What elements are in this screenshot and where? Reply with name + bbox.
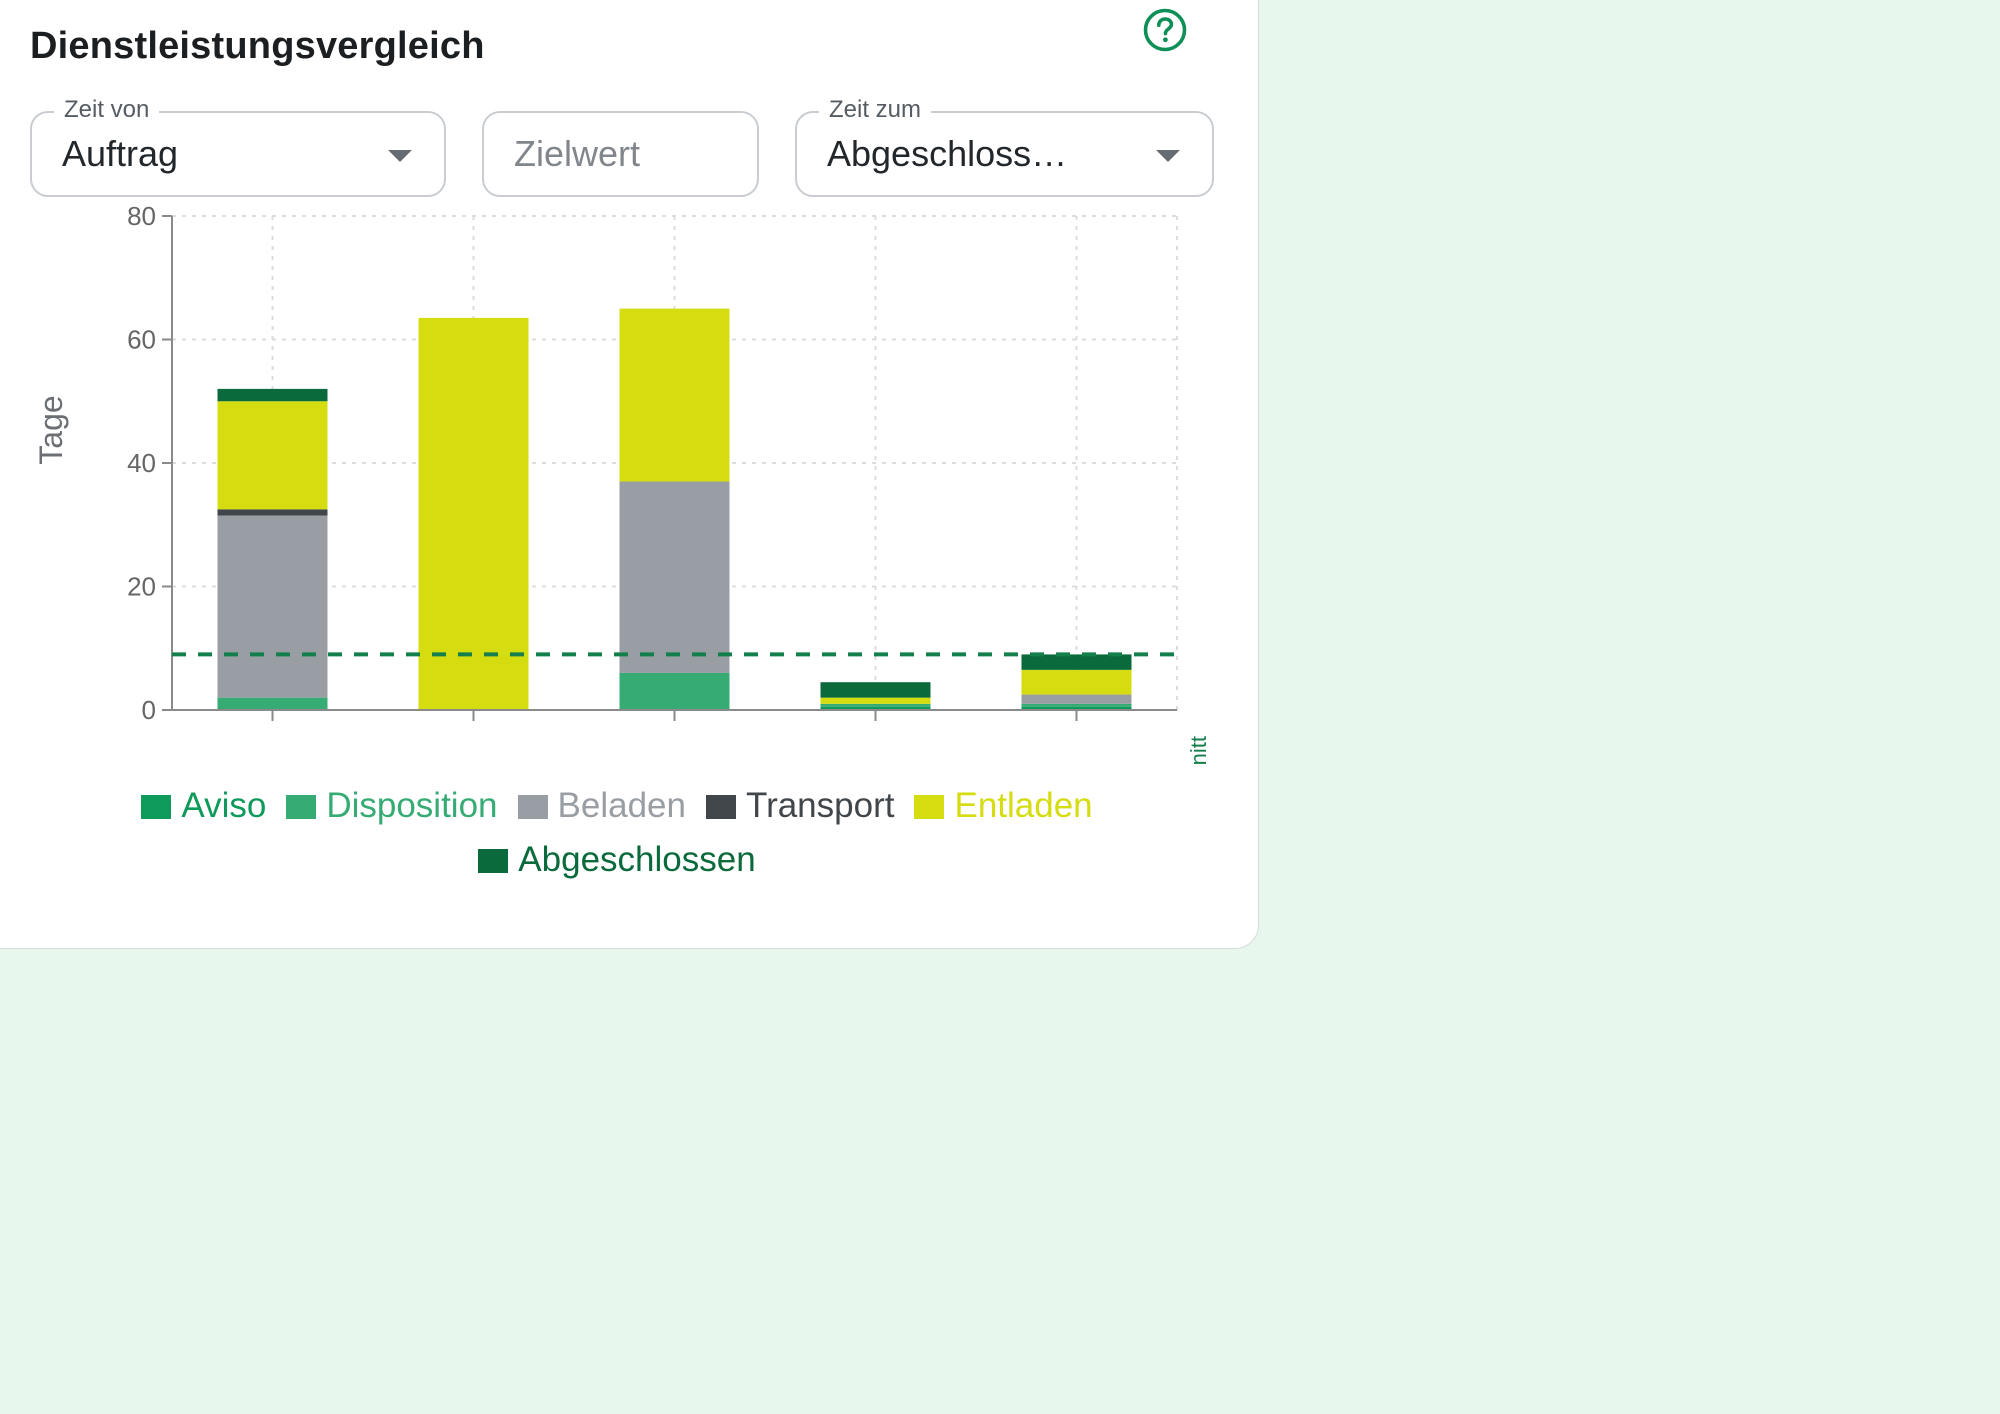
bar-segment-beladen[interactable] bbox=[217, 515, 328, 698]
service-comparison-card: Dienstleistungsvergleich Zeit von Auftra… bbox=[0, 0, 1259, 949]
legend-item-beladen[interactable]: Beladen bbox=[517, 779, 686, 833]
bar-segment-entladen[interactable] bbox=[820, 697, 931, 704]
legend-swatch bbox=[517, 795, 548, 819]
bar-segment-beladen[interactable] bbox=[619, 481, 730, 673]
legend-label: Beladen bbox=[557, 786, 686, 825]
chevron-down-icon bbox=[1156, 150, 1180, 162]
time-from-value: Auftrag bbox=[62, 133, 179, 174]
bar-segment-beladen[interactable] bbox=[1021, 694, 1132, 704]
bar-segment-disposition[interactable] bbox=[820, 703, 931, 707]
time-from-label: Zeit von bbox=[54, 96, 160, 124]
legend-swatch bbox=[286, 795, 317, 819]
bar-segment-abgeschlossen[interactable] bbox=[820, 682, 931, 698]
y-tick-label: 40 bbox=[127, 448, 156, 478]
bar-segment-disposition[interactable] bbox=[1021, 703, 1132, 707]
legend-swatch bbox=[705, 795, 736, 819]
bar-segment-disposition[interactable] bbox=[217, 697, 328, 710]
bar-segment-entladen[interactable] bbox=[619, 308, 730, 482]
legend-swatch bbox=[914, 795, 945, 819]
time-to-select[interactable]: Zeit zum Abgeschloss… bbox=[795, 96, 1214, 197]
legend-label: Aviso bbox=[181, 786, 267, 825]
help-button[interactable] bbox=[1141, 6, 1189, 54]
legend-label: Transport bbox=[745, 786, 895, 825]
bar-segment-abgeschlossen[interactable] bbox=[1021, 654, 1132, 670]
bar-segment-disposition[interactable] bbox=[619, 672, 730, 710]
card-title: Dienstleistungsvergleich bbox=[30, 25, 485, 67]
legend-label: Abgeschlossen bbox=[518, 840, 756, 879]
y-axis-title: Tage bbox=[33, 395, 69, 464]
chart-area: 0 20 40 60 80 Tage Durchschnitt bbox=[17, 201, 1237, 858]
y-tick-label: 80 bbox=[127, 206, 156, 231]
y-tick-label: 20 bbox=[127, 572, 156, 602]
legend-item-entladen[interactable]: Entladen bbox=[914, 779, 1093, 833]
bar-segment-transport[interactable] bbox=[217, 509, 328, 516]
y-tick-label: 60 bbox=[127, 325, 156, 355]
bar-segment-entladen[interactable] bbox=[418, 317, 529, 710]
target-value-input[interactable]: Zielwert bbox=[482, 111, 759, 197]
legend-item-transport[interactable]: Transport bbox=[705, 779, 895, 833]
target-value-placeholder: Zielwert bbox=[514, 133, 641, 174]
bar-segment-entladen[interactable] bbox=[1021, 669, 1132, 695]
bar-segment-abgeschlossen[interactable] bbox=[217, 388, 328, 402]
legend-swatch bbox=[478, 849, 509, 873]
legend-swatch bbox=[141, 795, 172, 819]
y-tick-label: 0 bbox=[142, 695, 156, 725]
bar-segment-entladen[interactable] bbox=[217, 401, 328, 510]
legend-item-abgeschlossen[interactable]: Abgeschlossen bbox=[478, 833, 756, 887]
question-circle-icon bbox=[1143, 8, 1187, 52]
time-from-select[interactable]: Zeit von Auftrag bbox=[30, 96, 446, 197]
legend-label: Entladen bbox=[954, 786, 1093, 825]
chevron-down-icon bbox=[388, 150, 412, 162]
chart-legend: Aviso Disposition Beladen Transport Entladen… bbox=[37, 779, 1197, 887]
stacked-bar-chart: 0 20 40 60 80 Tage Durchschnitt bbox=[33, 201, 1211, 858]
time-to-value: Abgeschloss… bbox=[827, 133, 1068, 174]
average-reference-label: Durchschnitt bbox=[1186, 736, 1211, 766]
legend-item-aviso[interactable]: Aviso bbox=[141, 779, 266, 833]
legend-label: Disposition bbox=[326, 786, 498, 825]
time-to-label: Zeit zum bbox=[819, 96, 932, 124]
legend-item-disposition[interactable]: Disposition bbox=[286, 779, 498, 833]
